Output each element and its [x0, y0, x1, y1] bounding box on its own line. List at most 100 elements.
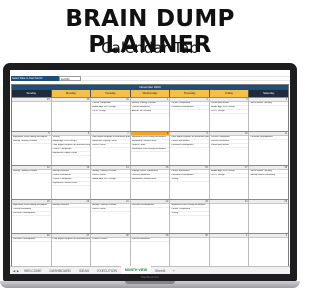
task-entry[interactable]: Personal Development [12, 212, 51, 216]
week-row: 26 Personal Development 27 Offer digital co… [12, 233, 289, 267]
task-entry[interactable]: Identify online community [249, 174, 289, 178]
date-picker-label: Select Date to Start Month [11, 76, 59, 81]
task-entry[interactable]: CE-F1 Design [91, 110, 130, 114]
tab-ideas[interactable]: IDEAS [75, 267, 93, 275]
day-number: 24 [209, 200, 249, 204]
calendar-grid: November 2023 Sunday Monday Tuesday Wednesd… [11, 84, 289, 267]
day-cell[interactable]: 13 Identify Features Course Enrollment Cour… [51, 166, 92, 199]
task-entry[interactable]: Implement Learned Skills [51, 182, 91, 186]
day-cell[interactable]: 29 Course Enrollment [130, 234, 171, 267]
day-cell[interactable]: 29 [12, 98, 52, 131]
task-entry[interactable]: Personal Development [170, 144, 209, 148]
day-cell[interactable]: 2 [249, 234, 289, 267]
task-entry[interactable]: Launch Portal [91, 144, 130, 148]
day-cell[interactable]: 26 Personal Development [12, 234, 52, 267]
day-cell[interactable]: 12 Identify Training Provider [12, 166, 52, 199]
day-cell[interactable]: 7 Offer digital coupons to incentivize pu… [91, 132, 131, 165]
day-cell[interactable]: 1 [209, 234, 250, 267]
laptop-frame: Select Date to Start Month 11/1/23 Novem… [3, 63, 297, 281]
task-entry[interactable]: Implement Loyalty Points [51, 152, 91, 156]
day-number: 30 [51, 98, 91, 102]
day-cell[interactable]: 18 Social Media Tracking Identify online c… [249, 166, 289, 199]
day-cell[interactable]: 16 Course Enrollment Personal Development T… [170, 166, 210, 199]
day-cell[interactable]: 14 Identify Training Provider Launch Porta… [91, 166, 131, 199]
task-entry[interactable]: Testing [170, 178, 209, 182]
tab-welcome[interactable]: WELCOME [20, 267, 46, 275]
sheet-gridline [82, 76, 290, 81]
task-entry[interactable]: Launch Portal [91, 208, 130, 212]
day-cell[interactable]: 17 Middle Age 2023 Design CE-F1 Design [209, 166, 250, 199]
day-cell[interactable]: 31 Course Completion Middle Age 2023 Desig… [91, 98, 131, 131]
day-number: 2 [249, 234, 289, 238]
day-cell[interactable]: 9 Offer digital coupons to incentivize pu… [170, 132, 210, 165]
weeks-container: 29 30 31 Course Completion Middle Age 2023 D… [12, 97, 289, 267]
day-header-friday: Friday [209, 90, 250, 97]
day-header-monday: Monday [51, 90, 92, 97]
task-entry[interactable]: Personal Development [249, 136, 289, 140]
plus-icon[interactable]: + [170, 268, 178, 273]
task-entry[interactable]: Course Enrollment [130, 238, 170, 242]
task-entry[interactable]: Identify Training Provider [12, 170, 51, 174]
task-entry[interactable]: Certification Exam [209, 144, 249, 148]
tab-execution[interactable]: EXECUTION [93, 267, 121, 275]
day-cell[interactable]: 2 Course Completion Personal Development [170, 98, 210, 131]
task-entry[interactable]: Middle Age 2023 Design [91, 178, 130, 182]
day-header-thursday: Thursday [170, 90, 210, 97]
day-header-saturday: Saturday [249, 90, 289, 97]
laptop-model-label: MacBook Pro [140, 275, 159, 279]
task-entry[interactable]: Identify Features [51, 204, 91, 208]
day-cell[interactable]: 30 [170, 234, 210, 267]
task-entry[interactable]: Testing [170, 212, 209, 216]
day-header-row: Sunday Monday Tuesday Wednesday Thursday Frid… [12, 90, 289, 97]
day-header-tuesday: Tuesday [91, 90, 131, 97]
day-cell[interactable]: 20 Identify Features [51, 200, 92, 233]
week-row: 5 Implement cross-selling techniques Ident… [12, 131, 289, 165]
tab-sheet1[interactable]: Sheet1 [151, 267, 170, 275]
task-entry[interactable]: CE-F1 Design [209, 110, 249, 114]
laptop-notch [125, 281, 175, 284]
task-entry[interactable]: Offer digital coupons to incentivize pur… [51, 238, 91, 242]
day-cell[interactable]: 4 Social Media Tracking [249, 98, 289, 131]
day-number: 29 [12, 98, 51, 102]
day-cell[interactable]: 5 Implement cross-selling techniques Ident… [12, 132, 52, 165]
task-entry[interactable]: Product Launch [91, 238, 130, 242]
day-cell[interactable]: 3 Certification Exam Middle Age 2023 Desig… [209, 98, 250, 131]
task-entry[interactable]: CE-F1 Design [209, 174, 249, 178]
week-row: 19 Implement cross-selling techniques Cour… [12, 199, 289, 233]
day-cell[interactable]: 24 [209, 200, 250, 233]
task-entry[interactable]: Attend Live Session [130, 110, 170, 114]
week-row: 29 30 31 Course Completion Middle Age 2023 D… [12, 97, 289, 131]
day-header-wednesday: Wednesday [130, 90, 171, 97]
day-cell[interactable]: 25 [249, 200, 289, 233]
spreadsheet-screen: Select Date to Start Month 11/1/23 Novem… [10, 70, 290, 274]
day-cell[interactable]: 1 Identify Training Provider Course Enroll… [130, 98, 171, 131]
day-cell[interactable]: 30 [51, 98, 92, 131]
day-cell[interactable]: 21 Identify Training Provider Launch Porta… [91, 200, 131, 233]
day-cell[interactable]: 6 Testing Middle Age 2023 Design Offer digi… [51, 132, 92, 165]
tab-dashboard[interactable]: DASHBOARD [46, 267, 75, 275]
day-cell[interactable]: 15 Engage Online Community Course Enrollme… [130, 166, 171, 199]
day-cell[interactable]: 8 Implement cross-selling techniques Imple… [130, 132, 171, 165]
day-cell[interactable]: 19 Implement cross-selling techniques Cour… [12, 200, 52, 233]
day-cell[interactable]: 23 Implement cross-selling techniques Cour… [170, 200, 210, 233]
tab-month-view[interactable]: MONTH VIEW [120, 266, 152, 274]
task-entry[interactable]: Implement Learned Skills [130, 178, 170, 182]
task-entry[interactable]: Implement cross-selling techniques [130, 148, 170, 152]
task-entry[interactable]: Personal Development [130, 204, 170, 208]
week-row: 12 Identify Training Provider 13 Identify F… [12, 165, 289, 199]
day-number: 1 [209, 234, 249, 238]
day-cell[interactable]: 10 Course Completion Course Enrollment Cert… [209, 132, 250, 165]
task-entry[interactable]: Identify Training Provider [12, 140, 51, 144]
day-cell[interactable]: 11 Personal Development [249, 132, 289, 165]
day-cell[interactable]: 28 Product Launch [91, 234, 131, 267]
day-number: 30 [170, 234, 209, 238]
day-number: 25 [249, 200, 289, 204]
day-header-sunday: Sunday [12, 90, 52, 97]
task-entry[interactable]: Personal Development [170, 106, 209, 110]
day-cell[interactable]: 27 Offer digital coupons to incentivize p… [51, 234, 92, 267]
date-picker-input[interactable]: 11/1/23 [59, 76, 81, 81]
date-picker: Select Date to Start Month 11/1/23 [11, 76, 81, 81]
task-entry[interactable]: Social Media Tracking [249, 102, 289, 106]
day-cell[interactable]: 22 Personal Development [130, 200, 171, 233]
task-entry[interactable]: Personal Development [12, 238, 51, 242]
